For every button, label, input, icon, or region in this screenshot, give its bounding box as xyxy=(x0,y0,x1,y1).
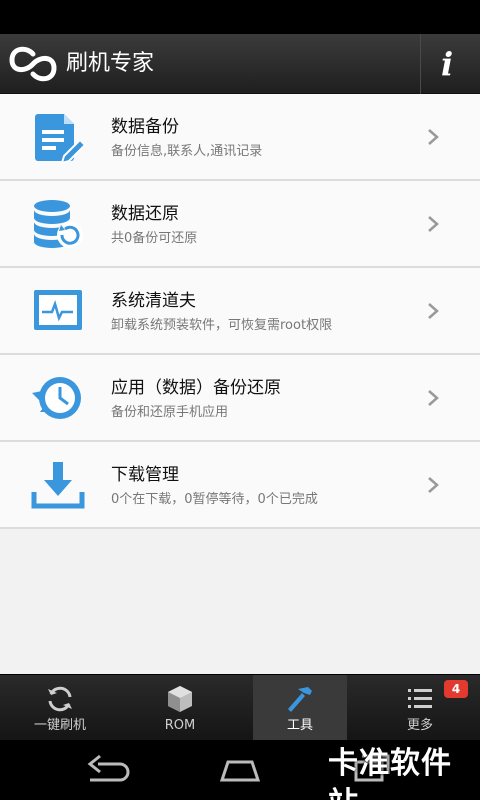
cube-icon xyxy=(168,686,192,712)
list-item-system-cleaner[interactable]: 系统清道夫 卸载系统预装软件，可恢复需root权限 xyxy=(0,268,480,355)
chevron-right-icon xyxy=(428,477,439,493)
hammer-icon xyxy=(288,687,312,712)
tab-tools[interactable]: 工具 xyxy=(253,675,347,741)
list-item-title: 数据备份 xyxy=(111,117,179,137)
status-bar xyxy=(0,0,480,34)
info-button[interactable]: i xyxy=(420,34,480,94)
bottom-tab-bar: 一键刷机 ROM 工具 更多 xyxy=(0,674,480,741)
list-item-subtitle: 卸载系统预装软件，可恢复需root权限 xyxy=(111,318,333,333)
app-logo-icon xyxy=(9,46,57,82)
list-item-subtitle: 0个在下载，0暂停等待，0个已完成 xyxy=(111,492,318,507)
database-restore-icon xyxy=(34,200,83,248)
list-item-subtitle: 备份信息,联系人,通讯记录 xyxy=(111,144,263,159)
tab-label: ROM xyxy=(164,718,196,733)
clock-restore-icon xyxy=(32,377,81,419)
tab-label: 工具 xyxy=(286,718,313,733)
list-item-subtitle: 备份和还原手机应用 xyxy=(111,405,229,420)
document-edit-icon xyxy=(35,114,86,164)
list-item-subtitle: 共0备份可还原 xyxy=(111,231,198,246)
chevron-right-icon xyxy=(428,390,439,406)
tab-label: 更多 xyxy=(406,718,433,733)
list-item-title: 系统清道夫 xyxy=(111,291,196,311)
tab-one-key-flash[interactable]: 一键刷机 xyxy=(0,675,120,741)
info-icon: i xyxy=(441,45,454,83)
download-tray-icon xyxy=(31,462,85,509)
list-item-data-restore[interactable]: 数据还原 共0备份可还原 xyxy=(0,181,480,268)
list-item-data-backup[interactable]: 数据备份 备份信息,联系人,通讯记录 xyxy=(0,94,480,181)
chevron-right-icon xyxy=(428,216,439,232)
app-title: 刷机专家 xyxy=(66,51,155,76)
tools-list: 数据备份 备份信息,联系人,通讯记录 数据还原 共0备份可还原 系统清道夫 卸载… xyxy=(0,94,480,674)
list-item-app-backup-restore[interactable]: 应用（数据）备份还原 备份和还原手机应用 xyxy=(0,355,480,442)
action-bar: 刷机专家 i xyxy=(0,34,480,94)
back-button-icon[interactable] xyxy=(78,752,138,788)
monitor-pulse-icon xyxy=(34,290,82,330)
refresh-icon xyxy=(48,686,72,712)
list-item-download-manager[interactable]: 下载管理 0个在下载，0暂停等待，0个已完成 xyxy=(0,442,480,529)
watermark: 卡准软件站 xyxy=(328,746,452,800)
home-button-icon[interactable] xyxy=(210,752,270,788)
chevron-right-icon xyxy=(428,303,439,319)
list-item-title: 数据还原 xyxy=(111,204,179,224)
list-item-title: 下载管理 xyxy=(111,465,179,485)
list-icon xyxy=(408,689,432,708)
tab-rom[interactable]: ROM xyxy=(120,675,240,741)
list-item-title: 应用（数据）备份还原 xyxy=(111,378,281,398)
tab-label: 一键刷机 xyxy=(33,718,86,733)
chevron-right-icon xyxy=(428,129,439,145)
notification-badge: 4 xyxy=(444,680,468,698)
